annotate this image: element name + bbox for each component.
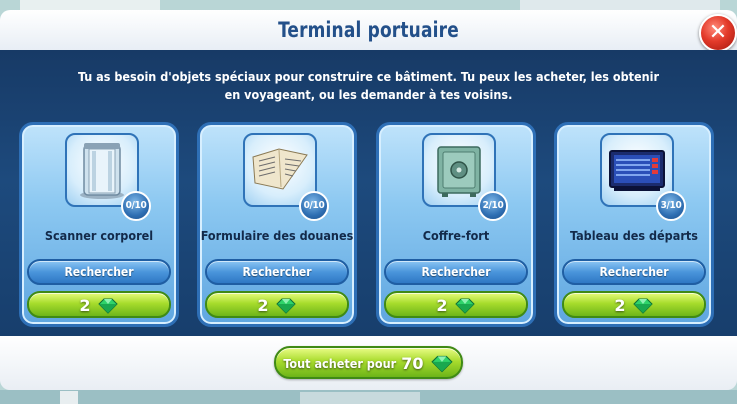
- buy-all-label: Tout acheter pour: [283, 356, 397, 371]
- buy-item-button[interactable]: 2: [27, 291, 171, 318]
- gem-icon: [454, 298, 475, 314]
- buy-all-price: 70: [401, 354, 424, 373]
- safe-icon: [437, 146, 481, 197]
- close-icon: ✕: [708, 20, 728, 45]
- item-name: Formulaire des douanes: [200, 228, 354, 243]
- search-button[interactable]: Rechercher: [27, 259, 171, 285]
- dialog-title: Terminal portuaire: [278, 18, 459, 42]
- item-name: Scanner corporel: [44, 228, 154, 243]
- intro-text: Tu as besoin d'objets spéciaux pour cons…: [77, 69, 660, 102]
- gem-icon: [275, 298, 296, 314]
- item-card-scanner: 0/10 Scanner corporel Rechercher 2: [19, 122, 179, 327]
- item-count-badge: 2/10: [478, 191, 508, 221]
- item-price: 2: [436, 296, 448, 315]
- item-card-customs-form: 0/10 Formulaire des douanes Rechercher 2: [197, 122, 357, 327]
- buy-all-button[interactable]: Tout acheter pour 70: [274, 346, 463, 379]
- buy-item-button[interactable]: 2: [384, 291, 528, 318]
- item-card-departures-board: 3/10 Tableau des départs Rechercher 2: [554, 122, 714, 327]
- item-price: 2: [614, 296, 626, 315]
- item-name: Coffre-fort: [422, 228, 490, 243]
- buy-item-button[interactable]: 2: [562, 291, 706, 318]
- item-count-badge: 0/10: [299, 191, 329, 221]
- item-count-badge: 0/10: [121, 191, 151, 221]
- departures-board-icon: [609, 150, 665, 191]
- item-name: Tableau des départs: [570, 228, 698, 243]
- search-button[interactable]: Rechercher: [384, 259, 528, 285]
- item-count-badge: 3/10: [656, 191, 686, 221]
- gem-icon: [97, 298, 118, 314]
- gem-icon: [431, 355, 453, 372]
- close-button[interactable]: ✕: [699, 14, 737, 52]
- item-price: 2: [257, 296, 269, 315]
- customs-form-icon: [252, 148, 308, 190]
- buy-item-button[interactable]: 2: [205, 291, 349, 318]
- search-button[interactable]: Rechercher: [205, 259, 349, 285]
- search-button[interactable]: Rechercher: [562, 259, 706, 285]
- body-scanner-icon: [80, 143, 124, 199]
- gem-icon: [632, 298, 653, 314]
- item-price: 2: [79, 296, 91, 315]
- item-card-safe: 2/10 Coffre-fort Rechercher 2: [376, 122, 536, 327]
